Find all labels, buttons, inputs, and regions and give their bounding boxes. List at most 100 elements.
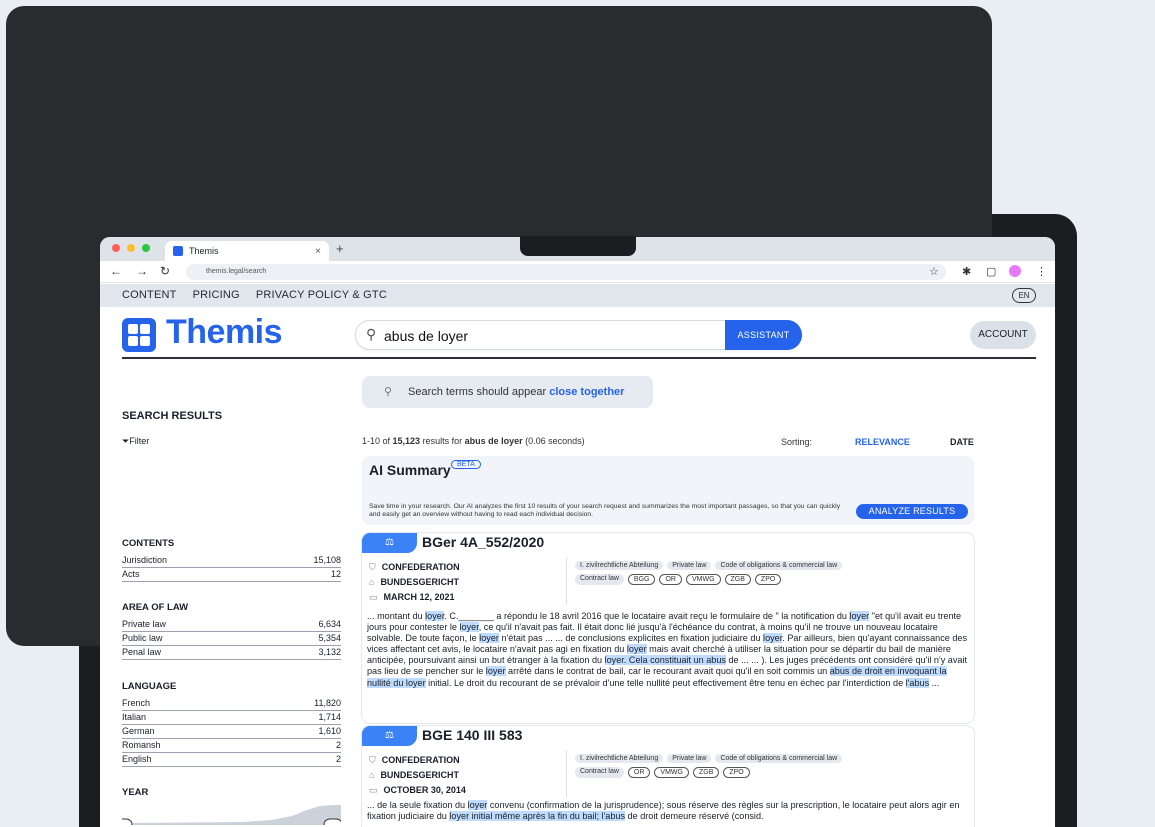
extensions-icon[interactable]: ✱ xyxy=(962,265,971,278)
facet-row[interactable]: Public law 5,354 xyxy=(122,632,341,646)
facet-row[interactable]: German 1,610 xyxy=(122,725,341,739)
building-icon: ⌂ xyxy=(369,770,375,780)
result-card[interactable]: ⚖ BGer 4A_552/2020 ⛉ CONFEDERATION ⌂ BUNDE… xyxy=(362,533,974,723)
account-button[interactable]: ACCOUNT xyxy=(970,321,1036,349)
minimize-window-button[interactable] xyxy=(127,244,135,252)
tag[interactable]: Contract law xyxy=(575,767,624,778)
profile-avatar[interactable] xyxy=(1009,265,1021,277)
star-icon[interactable]: ☆ xyxy=(929,265,939,278)
sort-relevance-button[interactable]: RELEVANCE xyxy=(855,437,910,447)
act-tag[interactable]: ZGB xyxy=(724,574,751,585)
year-histogram xyxy=(122,805,341,825)
analyze-results-button[interactable]: ANALYZE RESULTS xyxy=(856,504,968,519)
result-tags: I. zivilrechtliche Abteilung Private law… xyxy=(575,561,965,589)
excerpt-highlight: loyer xyxy=(467,800,488,810)
result-info: ⛉ CONFEDERATION ⌂ BUNDESGERICHT ▭ OCTOBER 3… xyxy=(369,755,466,795)
excerpt-highlight: loyer xyxy=(459,622,479,633)
reload-icon[interactable]: ↻ xyxy=(160,264,170,278)
act-tag[interactable]: ZPO xyxy=(754,574,782,585)
tab-close-icon[interactable]: × xyxy=(315,246,321,257)
act-tag[interactable]: VMWG xyxy=(685,574,721,585)
result-title[interactable]: BGE 140 III 583 xyxy=(422,727,522,743)
logo-icon[interactable] xyxy=(122,318,156,352)
ai-summary-panel: AI Summary BETA Save time in your resear… xyxy=(362,456,974,525)
forward-icon[interactable]: → xyxy=(136,264,148,278)
facet-row[interactable]: Jurisdiction 15,108 xyxy=(122,554,341,568)
excerpt-text: . C._______ a répondu le 18 avril 2016 q… xyxy=(444,611,850,621)
header-divider xyxy=(122,357,1036,359)
excerpt-text: ... xyxy=(929,677,940,688)
info-divider xyxy=(566,557,567,605)
tag[interactable]: Code of obligations & commercial law xyxy=(715,561,843,570)
year-range-start-handle[interactable] xyxy=(122,818,133,825)
facet-row[interactable]: Italian 1,714 xyxy=(122,711,341,725)
scales-icon: ⚖ xyxy=(362,533,417,553)
result-excerpt: ... de la seule fixation du loyer conven… xyxy=(367,800,968,822)
filter-label: Filter xyxy=(129,436,150,446)
excerpt-text: ... montant du xyxy=(367,611,426,621)
address-bar: ← → ↻ themis.legal/search ☆ ✱ ▢ ⋮ xyxy=(100,261,1055,283)
facet-contents: CONTENTS Jurisdiction 15,108 Acts 12 xyxy=(122,538,341,582)
close-window-button[interactable] xyxy=(112,244,120,252)
facet-heading: CONTENTS xyxy=(122,538,175,549)
act-tag[interactable]: ZPO xyxy=(723,767,750,778)
window-controls xyxy=(112,244,150,252)
facet-row[interactable]: Acts 12 xyxy=(122,568,341,582)
sidebar-icon[interactable]: ▢ xyxy=(986,265,996,278)
browser-tab[interactable]: Themis × xyxy=(165,241,329,261)
search-bar: ⚲ abus de loyer ASSISTANT xyxy=(355,320,802,350)
excerpt-text: n'était pas ... ... de conclusions expli… xyxy=(498,633,764,644)
calendar-icon: ▭ xyxy=(369,785,378,795)
tag[interactable]: I. zivilrechtliche Abteilung xyxy=(575,754,664,763)
menu-icon[interactable]: ⋮ xyxy=(1036,265,1047,278)
url-field[interactable]: themis.legal/search xyxy=(186,264,946,280)
new-tab-button[interactable]: + xyxy=(336,241,344,256)
act-tag[interactable]: ZGB xyxy=(692,767,720,778)
excerpt-text: initial. Le droit du recourant de se pré… xyxy=(425,677,906,688)
search-results-heading: SEARCH RESULTS xyxy=(122,410,223,422)
beta-badge: BETA xyxy=(451,460,481,469)
excerpt-text: ... de la seule fixation du xyxy=(367,800,468,810)
act-tag[interactable]: OR xyxy=(659,574,682,585)
logo-text[interactable]: Themis xyxy=(166,313,283,352)
nav-content[interactable]: CONTENT xyxy=(122,289,177,301)
tag[interactable]: I. zivilrechtliche Abteilung xyxy=(575,561,664,570)
year-range-end-handle[interactable] xyxy=(323,818,341,825)
tag[interactable]: Private law xyxy=(667,754,712,763)
facet-language: LANGUAGE French 11,820 Italian 1,714 Germa… xyxy=(122,681,341,767)
sorting-label: Sorting: xyxy=(781,437,813,447)
search-icon: ⚲ xyxy=(366,326,377,342)
building-icon: ⌂ xyxy=(369,577,375,587)
info-divider xyxy=(566,750,567,798)
assistant-button[interactable]: ASSISTANT xyxy=(725,320,802,350)
back-icon[interactable]: ← xyxy=(110,264,122,278)
excerpt-highlight: loyer initial même après la fin du bail;… xyxy=(449,811,626,822)
maximize-window-button[interactable] xyxy=(142,244,150,252)
search-hint-icon: ⚲ xyxy=(384,386,393,398)
language-button[interactable]: EN xyxy=(1012,288,1036,303)
hint-link[interactable]: close together xyxy=(549,386,624,398)
facet-row[interactable]: English 2 xyxy=(122,753,341,767)
tag[interactable]: Private law xyxy=(667,561,712,570)
excerpt-highlight: loyer xyxy=(485,666,506,677)
act-tag[interactable]: VMWG xyxy=(654,767,689,778)
act-tag[interactable]: OR xyxy=(627,767,651,778)
sort-date-button[interactable]: DATE xyxy=(950,437,974,447)
facet-row[interactable]: Private law 6,634 xyxy=(122,618,341,632)
tag[interactable]: Code of obligations & commercial law xyxy=(715,754,843,763)
browser-window: Themis × + ← → ↻ themis.legal/search ☆ ✱… xyxy=(100,237,1055,827)
result-title[interactable]: BGer 4A_552/2020 xyxy=(422,534,544,550)
facet-row[interactable]: Penal law 3,132 xyxy=(122,646,341,660)
tab-title: Themis xyxy=(189,246,219,256)
excerpt-text: de droit demeure réservé (consid. xyxy=(625,811,764,822)
facet-area-of-law: AREA OF LAW Private law 6,634 Public law 5… xyxy=(122,602,341,660)
result-card[interactable]: ⚖ BGE 140 III 583 ⛉ CONFEDERATION ⌂ BUNDES… xyxy=(362,726,974,827)
act-tag[interactable]: BGG xyxy=(627,574,656,585)
filter-button[interactable]: ⏷Filter xyxy=(122,436,149,447)
facet-row[interactable]: French 11,820 xyxy=(122,697,341,711)
facet-row[interactable]: Romansh 2 xyxy=(122,739,341,753)
nav-pricing[interactable]: PRICING xyxy=(193,289,240,301)
nav-privacy[interactable]: PRIVACY POLICY & GTC xyxy=(256,289,387,301)
tag[interactable]: Contract law xyxy=(575,574,624,585)
search-input[interactable]: abus de loyer xyxy=(384,328,468,344)
